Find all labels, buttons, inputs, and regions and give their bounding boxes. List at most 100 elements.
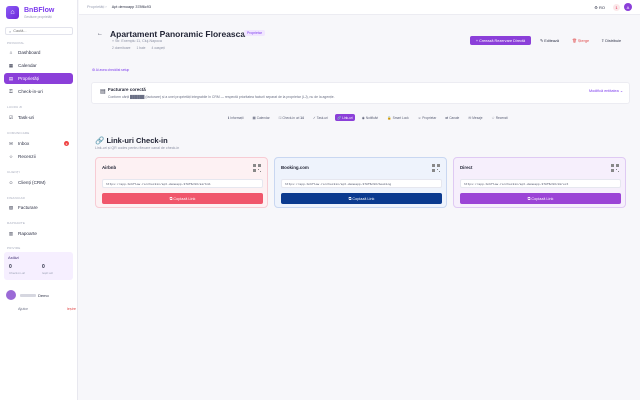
search-icon: ⌕ [9, 28, 12, 34]
sidebar-item-label: Rapoarte [18, 231, 37, 236]
user-profile[interactable]: Demo [6, 290, 49, 300]
tab-count: 14 [300, 115, 304, 120]
tab-reviews[interactable]: ☆ Recenzii [490, 114, 510, 121]
user-icon: ☺ [417, 115, 422, 120]
copy-link-button[interactable]: ⧉ Copiază Link [460, 193, 621, 204]
stat-guests: 4 oaspeți [151, 46, 165, 50]
qr-code-icon[interactable] [253, 164, 261, 172]
sidebar-item-properties[interactable]: ▤ Proprietăți [4, 73, 73, 84]
delete-button[interactable]: 🗑 Șterge [568, 36, 593, 45]
checkouts-label: Ieșiri azi [42, 271, 54, 275]
sidebar-item-crm[interactable]: ☺ Clienți (CRM) [4, 177, 73, 188]
calendar-icon: ▦ [252, 115, 256, 120]
tab-label: Recenzii [495, 115, 508, 120]
key-icon: ⚿ [9, 89, 13, 94]
property-stats: 2 dormitoare 1 baie 4 oaspeți [112, 46, 171, 50]
modify-entity-link[interactable]: Modifică entitatea ⌄ [589, 88, 623, 93]
tab-label: Canale [449, 115, 460, 120]
share-button[interactable]: ⇪ Distribuie [597, 36, 625, 45]
mail-icon: ✉ [468, 115, 472, 120]
status-badge: Proprietar [244, 30, 265, 36]
checkouts-count: 0 [42, 264, 45, 270]
section-title-communication: Comunicare [7, 131, 30, 135]
tab-owner[interactable]: ☺ Proprietar [416, 114, 439, 121]
section-title-clients: Clienți [7, 170, 20, 174]
logout-link[interactable]: Ieșire [67, 307, 76, 311]
tab-messages[interactable]: ✉ Mesaje [466, 114, 484, 121]
checkin-url[interactable]: https://app.bnbflow.ro/checkin/apt-demoa… [102, 179, 263, 188]
sidebar-item-reports[interactable]: ▥ Rapoarte [4, 228, 73, 239]
chart-icon: ▥ [8, 230, 14, 236]
sidebar-item-label: Inbox [18, 141, 30, 146]
activity-panel: Astăzi 0 0 Check-in-uri Ieșiri azi [4, 252, 73, 280]
page-title: Apartament Panoramic Floreasca [110, 29, 246, 39]
sidebar-item-calendar[interactable]: ▦ Calendar [4, 60, 73, 71]
sidebar-footer: Ajutor Ieșire [18, 307, 76, 311]
star-icon: ☆ [8, 153, 14, 159]
sidebar-item-label: Calendar [18, 63, 37, 68]
notifications-bell-icon[interactable]: 1 [613, 3, 620, 11]
qr-code-icon[interactable] [611, 164, 619, 172]
sidebar-item-label: Check-in-uri [18, 89, 43, 94]
users-icon: ☺ [8, 180, 14, 185]
tab-tasks[interactable]: ✓ Task-uri [311, 114, 330, 121]
checkin-url[interactable]: https://app.bnbflow.ro/checkin/apt-demoa… [281, 179, 442, 188]
tab-calendar[interactable]: ▦ Calendar [250, 114, 271, 121]
qr-code-icon[interactable] [432, 164, 440, 172]
sidebar-item-dashboard[interactable]: ⌂ Dashboard [4, 47, 73, 58]
sidebar-item-label: Dashboard [18, 50, 41, 55]
sidebar-search[interactable]: ⌕ [5, 27, 73, 35]
tab-links[interactable]: 🔗 Link-uri [334, 114, 355, 121]
breadcrumb-root[interactable]: Proprietăți [87, 5, 104, 9]
tab-smart-lock[interactable]: 🔒 Smart Lock [385, 114, 410, 121]
tab-notifications[interactable]: ◉ Notificări [360, 114, 380, 121]
edit-button[interactable]: ✎ Editează [536, 36, 563, 45]
sidebar: ⌂ BnBFlow Gestiune proprietăți ⌕ Princip… [0, 0, 78, 400]
link-icon: 🔗 [336, 115, 342, 120]
tab-label: Notificări [365, 115, 379, 120]
tab-checkins[interactable]: ⚿ Check-in uri 14 [277, 114, 306, 121]
home-icon: ⌂ [9, 50, 13, 55]
tab-info[interactable]: ℹ Informații [226, 114, 245, 121]
create-direct-booking-button[interactable]: + Creează Rezervare Directă [470, 36, 531, 45]
back-arrow-icon[interactable]: ← [97, 31, 103, 37]
brand-logo-icon: ⌂ [6, 6, 19, 19]
search-input[interactable] [13, 29, 69, 33]
sidebar-item-tasks[interactable]: ☑ Task-uri [4, 112, 73, 123]
section-title-text: Link-uri Check-in [106, 136, 168, 145]
card-channel-name: Airbnb [102, 165, 117, 170]
check-icon: ✓ [312, 115, 316, 120]
invoicing-notice: ▤ Facturare corectă Conform cărții █████… [91, 82, 630, 104]
sidebar-item-reviews[interactable]: ☆ Recenzii [4, 151, 73, 162]
avatar [6, 290, 16, 300]
tab-label: Mesaje [472, 115, 483, 120]
edit-label: Editează [544, 38, 560, 43]
help-link[interactable]: Ajutor [18, 307, 28, 311]
tab-channels[interactable]: ⇄ Canale [443, 114, 461, 121]
brand[interactable]: ⌂ BnBFlow Gestiune proprietăți [6, 6, 54, 19]
inbox-badge: 3 [64, 141, 69, 146]
checkins-count: 0 [9, 264, 12, 270]
sidebar-item-invoicing[interactable]: ▧ Facturare [4, 202, 73, 213]
sidebar-item-label: Task-uri [18, 115, 35, 120]
stat-bedrooms: 2 dormitoare [112, 46, 131, 50]
language-switcher[interactable]: ⚙ RO [594, 5, 605, 10]
brand-subtitle: Gestiune proprietăți [24, 14, 52, 19]
address-text: Str. Exemplu 11, Cluj-Napoca [115, 39, 162, 43]
checkin-url[interactable]: https://app.bnbflow.ro/checkin/apt-demoa… [460, 179, 621, 188]
delete-label: Șterge [577, 38, 590, 43]
checkin-card-booking: Booking.com https://app.bnbflow.ro/check… [274, 157, 447, 208]
section-title-principal: Principal [7, 41, 25, 45]
copy-link-button[interactable]: ⧉ Copiază Link [281, 193, 442, 204]
bell-icon: ◉ [361, 115, 365, 120]
topbar: Proprietăți › Apt demoapp 378f6c93 ⚙ RO … [79, 0, 640, 15]
copy-link-label: Copiază Link [352, 196, 375, 201]
lock-icon: 🔒 [387, 115, 392, 120]
invoice-icon: ▤ [100, 89, 106, 95]
top-avatar[interactable]: A [624, 3, 632, 11]
property-tabs: ℹ Informații ▦ Calendar ⚿ Check-in uri 14 ✓… [226, 114, 515, 121]
sidebar-item-checkins[interactable]: ⚿ Check-in-uri [4, 86, 73, 97]
copy-link-button[interactable]: ⧉ Copiază Link [102, 193, 263, 204]
checklist-setup-link[interactable]: ⚙ Ai avea checklist setup [92, 68, 129, 72]
sidebar-item-inbox[interactable]: ✉ Inbox 3 [4, 138, 73, 149]
